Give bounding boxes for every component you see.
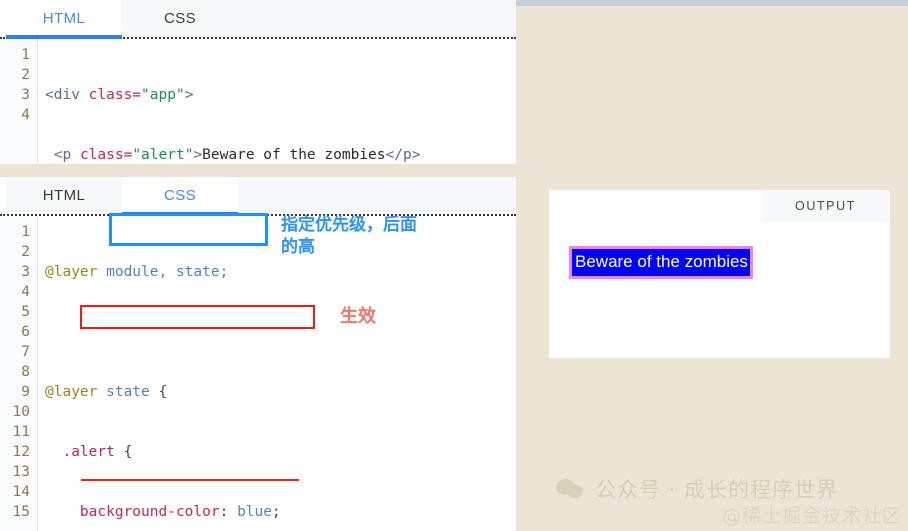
tab-html-panel-html[interactable]: HTML (6, 0, 122, 39)
token-tag: <p (53, 147, 80, 163)
tabbar-filler (238, 177, 516, 214)
token-brace: { (114, 444, 133, 460)
line-number: 8 (21, 364, 30, 380)
wechat-icon-bubble-small (567, 485, 583, 498)
watermark: 公众号 · 成长的程序世界 @稀土掘金技术社区 (556, 474, 902, 527)
code-line-4: .alert { (45, 442, 516, 462)
watermark-row: 公众号 · 成长的程序世界 (556, 474, 902, 504)
output-alert-box: Beware of the zombies (569, 246, 753, 279)
html-panel-tabbar: HTML CSS (0, 0, 516, 39)
token-attr: class= (88, 87, 142, 103)
line-number: 13 (12, 464, 30, 480)
tab-label: HTML (42, 10, 86, 27)
code-line-5: background-color: blue; (45, 502, 516, 522)
html-code-area[interactable]: 1 2 3 4 <div class="app"> <p class="aler… (0, 39, 516, 164)
output-tabbar[interactable]: OUTPUT (761, 190, 890, 222)
wechat-icon-bubble-large (556, 479, 575, 495)
token-tag: <div (45, 87, 89, 103)
token-attr: class= (79, 147, 133, 163)
token-tag-close: > (184, 87, 194, 103)
line-number: 4 (21, 284, 30, 300)
token-at-rule: @layer (45, 264, 107, 280)
tab-css-panel-css[interactable]: CSS (122, 177, 238, 216)
css-editor-panel: HTML CSS 1 2 3 4 5 6 7 8 9 10 11 12 13 1… (0, 177, 516, 531)
token-layer-names: module, state; (106, 264, 229, 280)
css-code-lines[interactable]: @layer module, state; @layer state { .al… (38, 216, 516, 531)
token-at-rule: @layer (45, 384, 107, 400)
wechat-icon (556, 478, 586, 500)
output-panel: OUTPUT Beware of the zombies (549, 190, 890, 358)
code-line-2: <p class="alert">Beware of the zombies</… (45, 145, 516, 164)
token-property: background-color (45, 504, 220, 520)
token-string: "alert" (132, 147, 194, 163)
token-value: blue (237, 504, 272, 520)
watermark-main-text: 公众号 · 成长的程序世界 (595, 478, 839, 502)
tab-label: CSS (163, 10, 197, 27)
code-line-3: @layer state { (45, 382, 516, 402)
token-colon: : (219, 504, 238, 520)
html-gutter: 1 2 3 4 (0, 39, 38, 164)
line-number: 3 (21, 87, 30, 103)
tab-label: HTML (42, 187, 86, 204)
line-number: 2 (21, 244, 30, 260)
output-tab-label: OUTPUT (795, 199, 856, 213)
line-number: 2 (21, 67, 30, 83)
line-number: 5 (21, 304, 30, 320)
token-text: Beware of the zombies (202, 147, 386, 163)
line-number: 10 (12, 404, 30, 420)
token-string: "app" (141, 87, 185, 103)
code-line-1: <div class="app"> (45, 85, 516, 105)
line-number: 4 (21, 107, 30, 123)
watermark-sub-text: @稀土掘金技术社区 (721, 505, 902, 527)
token-semicolon: ; (272, 504, 281, 520)
line-number: 15 (12, 504, 30, 520)
code-line-1: @layer module, state; (45, 262, 516, 282)
token-selector: .alert (45, 444, 115, 460)
line-number: 3 (21, 264, 30, 280)
html-code-lines[interactable]: <div class="app"> <p class="alert">Bewar… (38, 39, 516, 164)
line-number: 7 (21, 344, 30, 360)
css-code-area[interactable]: 1 2 3 4 5 6 7 8 9 10 11 12 13 14 15 @lay… (0, 216, 516, 531)
line-number: 1 (21, 47, 30, 63)
line-number: 6 (21, 324, 30, 340)
token-layer-name: state (106, 384, 150, 400)
line-number: 11 (12, 424, 30, 440)
html-editor-panel: HTML CSS 1 2 3 4 <div class="app"> <p cl… (0, 0, 516, 164)
tabbar-filler (238, 0, 516, 37)
output-alert-text: Beware of the zombies (575, 252, 748, 271)
line-number: 12 (12, 444, 30, 460)
tab-css-panel-html[interactable]: HTML (6, 177, 122, 214)
token-brace: { (149, 384, 168, 400)
token-gt: > (193, 147, 203, 163)
screenshot-root: HTML CSS 1 2 3 4 <div class="app"> <p cl… (0, 0, 908, 531)
css-panel-tabbar: HTML CSS (0, 177, 516, 216)
css-gutter: 1 2 3 4 5 6 7 8 9 10 11 12 13 14 15 (0, 216, 38, 531)
tab-html-panel-css[interactable]: CSS (122, 0, 238, 37)
token-tag-end: </p> (385, 147, 421, 163)
line-number: 9 (21, 384, 30, 400)
line-number: 1 (21, 224, 30, 240)
line-number: 14 (12, 484, 30, 500)
tab-label: CSS (163, 187, 197, 204)
